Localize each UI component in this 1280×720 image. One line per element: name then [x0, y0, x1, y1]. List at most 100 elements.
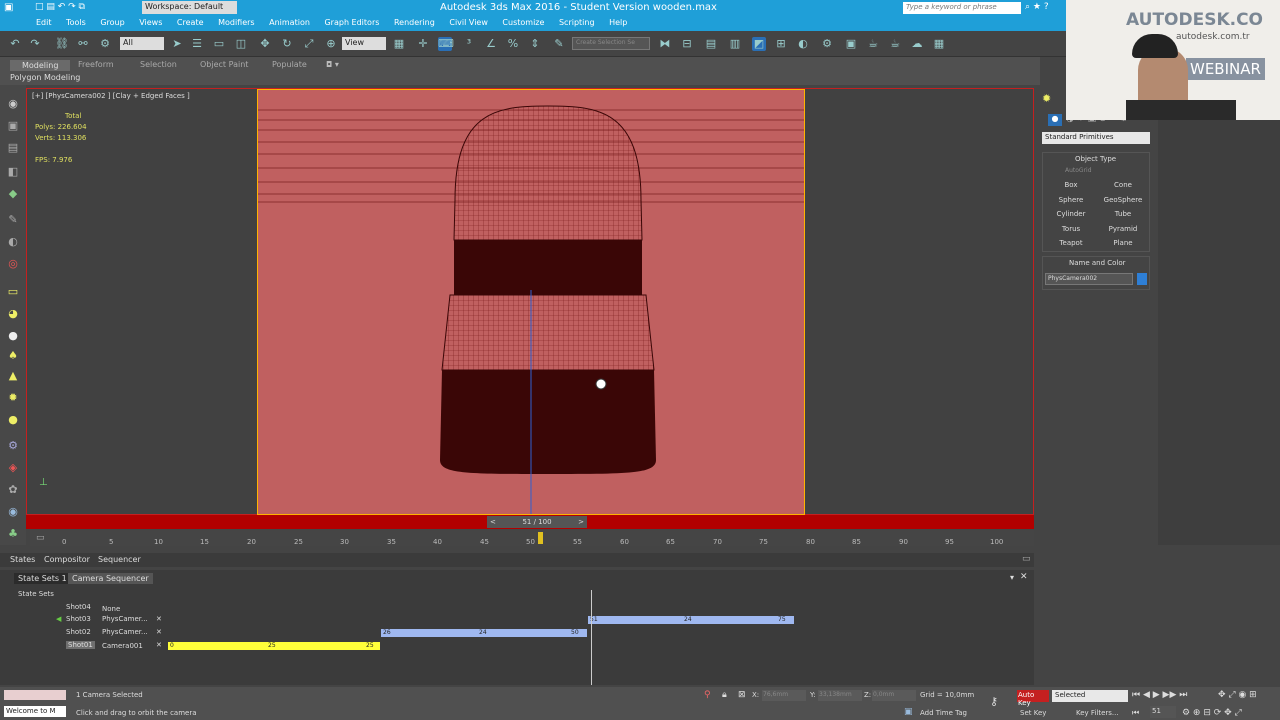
torus-button[interactable]: Torus — [1047, 223, 1095, 235]
tool-icon-8[interactable]: ◎ — [5, 257, 21, 271]
shot-camera[interactable]: Camera001 — [102, 642, 143, 650]
menu-tools[interactable]: Tools — [60, 16, 92, 29]
edit-named-sel-icon[interactable]: ✎ — [552, 37, 566, 51]
selection-filter-dropdown[interactable]: All — [120, 37, 164, 50]
tool-icon-5[interactable]: ◆ — [5, 187, 21, 201]
object-type-title[interactable]: Object Type — [1075, 155, 1116, 163]
isolate-icon[interactable]: ⚲ — [704, 690, 711, 700]
menu-graph-editors[interactable]: Graph Editors — [318, 16, 385, 29]
autogrid-checkbox[interactable]: AutoGrid — [1065, 167, 1092, 174]
dropdown-icon[interactable]: ▾ — [1010, 573, 1014, 582]
shot-camera[interactable]: PhysCamer... — [102, 628, 148, 636]
tool-icon-12[interactable]: ♠ — [5, 349, 21, 363]
cone-button[interactable]: Cone — [1099, 179, 1147, 191]
tab-states[interactable]: States — [10, 555, 35, 564]
close-icon[interactable]: ✕ — [1020, 572, 1028, 582]
current-frame-marker[interactable] — [538, 532, 543, 544]
undo-icon[interactable]: ↶ — [8, 37, 22, 51]
menu-modifiers[interactable]: Modifiers — [212, 16, 261, 29]
abs-mode-icon[interactable]: ⊠ — [738, 690, 746, 700]
tool-icon-10[interactable]: ◕ — [5, 307, 21, 321]
menu-views[interactable]: Views — [133, 16, 168, 29]
teapot-button[interactable]: Teapot — [1047, 237, 1095, 249]
timeline-toggle-icon[interactable]: ▭ — [36, 533, 45, 543]
rotate-icon[interactable]: ↻ — [280, 37, 294, 51]
tool-icon-20[interactable]: ♣ — [5, 527, 21, 541]
select-by-name-icon[interactable]: ☰ — [190, 37, 204, 51]
shot-row[interactable]: Shot01 Camera001 ✕ 0 25 25 — [0, 640, 1034, 652]
key-mode-icon[interactable]: ⏮ — [1132, 708, 1139, 718]
tool-icon-7[interactable]: ◐ — [5, 235, 21, 249]
time-tag-icon[interactable]: ▣ — [904, 707, 913, 717]
bind-spacewarp-icon[interactable]: ⚙ — [98, 37, 112, 51]
tool-icon-11[interactable]: ● — [5, 329, 21, 343]
workspace-dropdown[interactable]: Workspace: Default — [142, 1, 237, 14]
snaps-toggle-icon[interactable]: ³ — [462, 37, 476, 51]
tool-icon-15[interactable]: ● — [5, 413, 21, 427]
menu-create[interactable]: Create — [171, 16, 210, 29]
tool-icon-2[interactable]: ▣ — [5, 119, 21, 133]
menu-animation[interactable]: Animation — [263, 16, 316, 29]
ribbon-sublabel[interactable]: Polygon Modeling — [10, 73, 80, 82]
welcome-field[interactable]: Welcome to M — [4, 706, 66, 717]
angle-snap-icon[interactable]: ∠ — [484, 37, 498, 51]
menu-civil-view[interactable]: Civil View — [443, 16, 494, 29]
named-selection-input[interactable]: Create Selection Se — [572, 37, 650, 50]
lock-icon[interactable]: 🔒︎ — [722, 690, 727, 700]
ribbon-tab-modeling[interactable]: Modeling — [10, 60, 71, 71]
shot-row[interactable]: Shot02 PhysCamer... ✕ 26 24 50 — [0, 627, 1034, 639]
window-crossing-icon[interactable]: ◫ — [234, 37, 248, 51]
ribbon-options-icon[interactable]: ◘ ▾ — [326, 60, 339, 69]
time-next-icon[interactable]: > — [578, 516, 587, 528]
tab-compositor[interactable]: Compositor — [44, 555, 90, 564]
playback-controls[interactable]: ⏮ ◀ ▶ ▶▶ ⏭ — [1132, 690, 1187, 700]
tool-icon-4[interactable]: ◧ — [5, 165, 21, 179]
time-slider[interactable]: < 51 / 100 > — [487, 516, 587, 528]
spinner-snap-icon[interactable]: ⇕ — [528, 37, 542, 51]
set-key-button[interactable]: Set Key — [1020, 709, 1046, 717]
redo-icon[interactable]: ↷ — [28, 37, 42, 51]
remove-camera-icon[interactable]: ✕ — [156, 628, 162, 636]
a360-icon[interactable]: ▦ — [932, 37, 946, 51]
menu-edit[interactable]: Edit — [30, 16, 58, 29]
render-setup-icon[interactable]: ⚙ — [820, 37, 834, 51]
menu-help[interactable]: Help — [603, 16, 633, 29]
subtab-camera-sequencer[interactable]: Camera Sequencer — [68, 573, 153, 584]
tool-icon-3[interactable]: ▤ — [5, 141, 21, 155]
place-icon[interactable]: ⊕ — [324, 37, 338, 51]
shot-row[interactable]: Shot04 None — [0, 602, 1034, 614]
shot-bar[interactable]: 51 24 75 — [588, 616, 794, 624]
primitives-dropdown[interactable]: Standard Primitives — [1042, 132, 1150, 144]
key-icon[interactable]: ⚷ — [990, 695, 998, 708]
tool-icon-6[interactable]: ✎ — [5, 213, 21, 227]
percent-snap-icon[interactable]: % — [506, 37, 520, 51]
tool-icon-17[interactable]: ◈ — [5, 461, 21, 475]
current-frame-field[interactable]: 51 — [1150, 706, 1176, 718]
geometry-icon[interactable]: ● — [1048, 114, 1062, 126]
render-iterative-icon[interactable]: ☕ — [888, 37, 902, 51]
tool-icon-1[interactable]: ◉ — [5, 97, 21, 111]
remove-camera-icon[interactable]: ✕ — [156, 615, 162, 623]
ribbon-tab-populate[interactable]: Populate — [272, 60, 307, 69]
object-name-input[interactable]: PhysCamera002 — [1045, 273, 1133, 285]
shot-bar[interactable]: 26 24 50 — [381, 629, 587, 637]
create-tab-icon[interactable]: ✹ — [1042, 92, 1051, 105]
menu-rendering[interactable]: Rendering — [388, 16, 441, 29]
shot-row[interactable]: ◀ Shot03 PhysCamer... ✕ 51 24 75 — [0, 614, 1034, 626]
plane-button[interactable]: Plane — [1099, 237, 1147, 249]
tool-icon-18[interactable]: ✿ — [5, 483, 21, 497]
link-icon[interactable]: ⛓ — [55, 37, 69, 51]
pyramid-button[interactable]: Pyramid — [1099, 223, 1147, 235]
sphere-button[interactable]: Sphere — [1047, 194, 1095, 206]
keyboard-shortcut-toggle-icon[interactable]: ⌨ — [438, 37, 454, 51]
state-sets-root[interactable]: State Sets — [18, 590, 54, 598]
y-coordinate-field[interactable]: 33,138mm — [818, 690, 862, 701]
viewport[interactable]: [+] [PhysCamera002 ] [Clay + Edged Faces… — [26, 88, 1034, 515]
name-color-title[interactable]: Name and Color — [1069, 259, 1126, 267]
shot-bar[interactable]: 0 25 25 — [168, 642, 380, 650]
render-in-cloud-icon[interactable]: ☁ — [910, 37, 924, 51]
auto-key-button[interactable]: Auto Key — [1017, 690, 1049, 707]
curve-editor-icon[interactable]: ◩ — [752, 37, 766, 51]
align-icon[interactable]: ⊟ — [680, 37, 694, 51]
ribbon-tab-selection[interactable]: Selection — [140, 60, 177, 69]
